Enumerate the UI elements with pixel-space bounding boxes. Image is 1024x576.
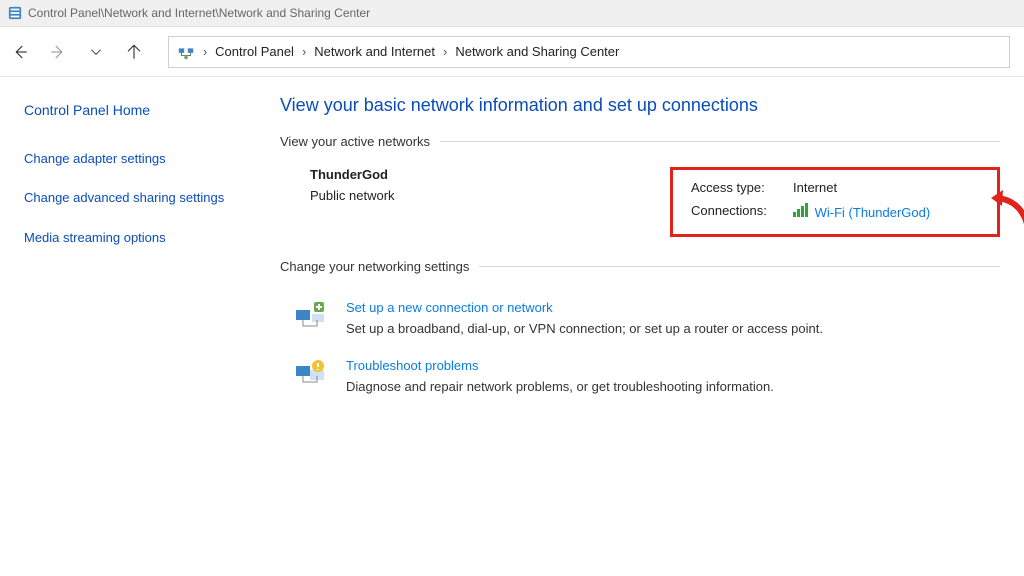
task-setup-connection: Set up a new connection or network Set u… <box>280 292 1000 350</box>
forward-button[interactable] <box>44 38 72 66</box>
breadcrumb-item-network-internet[interactable]: Network and Internet <box>314 44 435 59</box>
task-troubleshoot: Troubleshoot problems Diagnose and repai… <box>280 350 1000 408</box>
arrow-left-icon <box>11 43 29 61</box>
task-link[interactable]: Set up a new connection or network <box>346 300 553 315</box>
breadcrumb-item-control-panel[interactable]: Control Panel <box>215 44 294 59</box>
divider <box>440 141 1000 142</box>
sidebar-link-media-streaming[interactable]: Media streaming options <box>24 229 226 247</box>
chevron-right-icon: › <box>443 44 447 59</box>
back-button[interactable] <box>6 38 34 66</box>
network-name: ThunderGod <box>310 167 395 182</box>
divider <box>479 266 1000 267</box>
setup-connection-icon <box>292 300 328 336</box>
app-icon <box>8 6 22 20</box>
sidebar-link-home[interactable]: Control Panel Home <box>24 101 226 120</box>
section-label: View your active networks <box>280 134 430 149</box>
network-center-icon <box>177 43 195 61</box>
task-description: Set up a broadband, dial-up, or VPN conn… <box>346 321 823 336</box>
sidebar-link-adapter-settings[interactable]: Change adapter settings <box>24 150 226 168</box>
window-title-text: Control Panel\Network and Internet\Netwo… <box>28 6 370 20</box>
nav-buttons <box>6 38 162 66</box>
arrow-up-icon <box>125 43 143 61</box>
sidebar: Control Panel Home Change adapter settin… <box>0 77 240 408</box>
address-bar[interactable]: › Control Panel › Network and Internet ›… <box>168 36 1010 68</box>
recent-dropdown[interactable] <box>82 38 110 66</box>
connections-label: Connections: <box>691 203 781 220</box>
sidebar-link-advanced-sharing[interactable]: Change advanced sharing settings <box>24 189 226 207</box>
connection-details-highlight: Access type: Internet Connections: Wi-Fi… <box>670 167 1000 237</box>
section-label: Change your networking settings <box>280 259 469 274</box>
chevron-right-icon: › <box>302 44 306 59</box>
navigation-toolbar: › Control Panel › Network and Internet ›… <box>0 27 1024 77</box>
section-change-settings: Change your networking settings <box>280 259 1000 274</box>
network-identity: ThunderGod Public network <box>310 167 395 237</box>
chevron-down-icon <box>89 45 103 59</box>
network-type: Public network <box>310 188 395 203</box>
task-link[interactable]: Troubleshoot problems <box>346 358 478 373</box>
up-button[interactable] <box>120 38 148 66</box>
breadcrumb-item-network-sharing[interactable]: Network and Sharing Center <box>455 44 619 59</box>
arrow-right-icon <box>49 43 67 61</box>
access-type-value: Internet <box>793 180 837 195</box>
main-content: View your basic network information and … <box>240 77 1024 408</box>
access-type-label: Access type: <box>691 180 781 195</box>
task-description: Diagnose and repair network problems, or… <box>346 379 774 394</box>
annotation-arrow-icon <box>989 188 1024 248</box>
chevron-right-icon: › <box>203 45 207 59</box>
connection-link[interactable]: Wi-Fi (ThunderGod) <box>815 205 931 220</box>
window-titlebar: Control Panel\Network and Internet\Netwo… <box>0 0 1024 27</box>
troubleshoot-icon <box>292 358 328 394</box>
wifi-signal-icon <box>793 203 808 217</box>
page-title: View your basic network information and … <box>280 95 1000 116</box>
section-active-networks: View your active networks <box>280 134 1000 149</box>
breadcrumb: Control Panel › Network and Internet › N… <box>215 44 619 59</box>
